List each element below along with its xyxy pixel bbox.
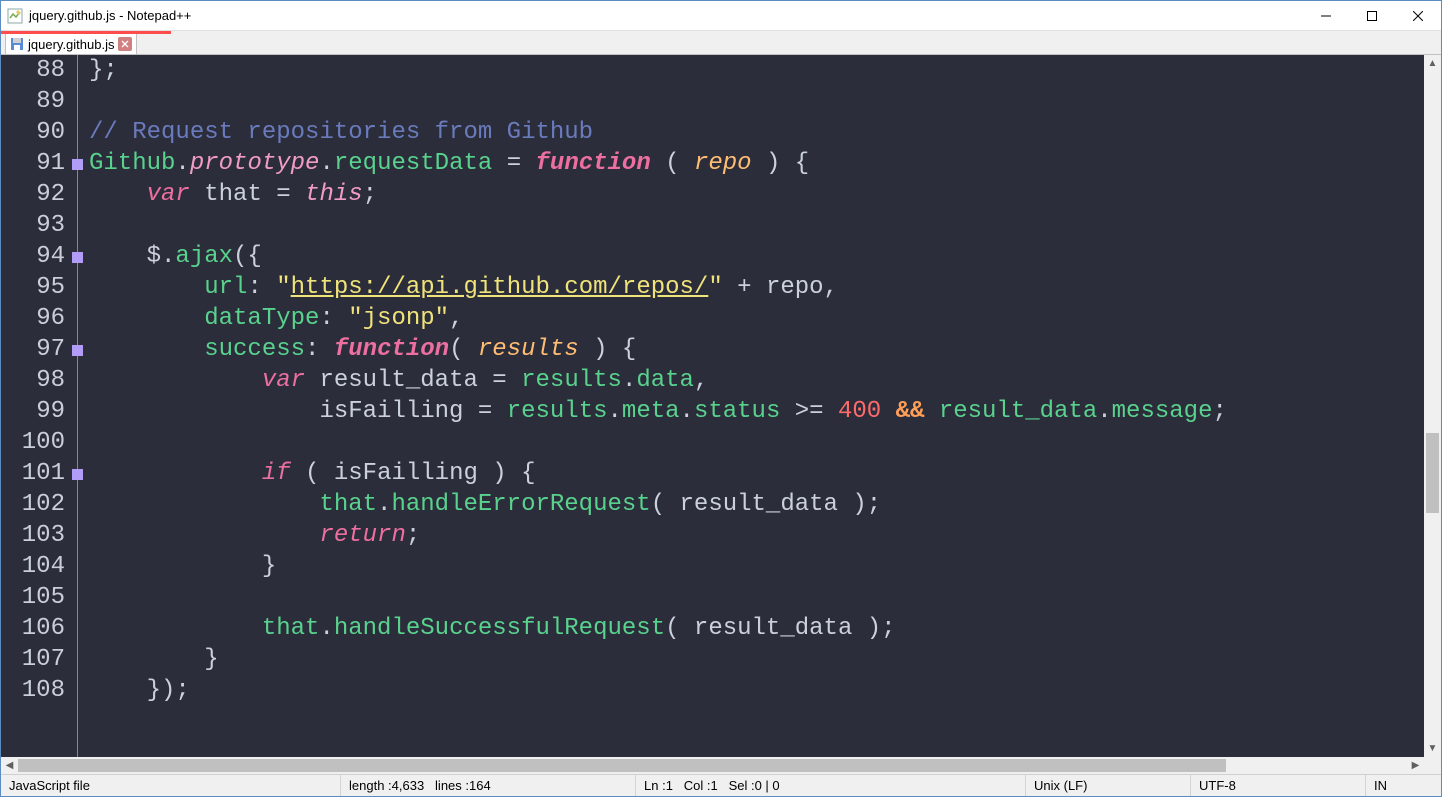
scroll-left-icon[interactable]: ◀ — [1, 757, 18, 774]
line-number-gutter: 88 89 90 91 92 93 94 95 96 97 98 99 100 … — [1, 55, 71, 757]
titlebar: jquery.github.js - Notepad++ — [1, 1, 1441, 31]
code-token: handleSuccessfulRequest — [334, 615, 665, 642]
code-token: 400 — [838, 398, 881, 425]
fold-marker[interactable] — [72, 345, 83, 356]
code-token: message — [1112, 398, 1213, 425]
fold-marker[interactable] — [72, 469, 83, 480]
code-keyword: function — [536, 150, 651, 177]
code-area[interactable]: }; // Request repositories from Github G… — [89, 55, 1424, 757]
code-keyword: var — [262, 367, 305, 394]
statusbar: JavaScript file length : 4,633 lines : 1… — [1, 774, 1441, 796]
scroll-thumb[interactable] — [18, 759, 1226, 772]
code-token: handleErrorRequest — [391, 491, 650, 518]
code-token: results — [478, 336, 579, 363]
code-token: repo — [766, 274, 824, 301]
code-token: meta — [622, 398, 680, 425]
code-url: https://api.github.com/repos/ — [291, 274, 709, 301]
code-token: repo — [694, 150, 752, 177]
fold-column[interactable] — [71, 55, 89, 757]
code-token: that — [262, 615, 320, 642]
code-token: " — [276, 274, 290, 301]
status-insert-mode: IN — [1366, 775, 1441, 796]
code-token: result_data — [319, 367, 477, 394]
status-encoding: UTF-8 — [1191, 775, 1366, 796]
code-token: result_data — [694, 615, 852, 642]
code-keyword: function — [334, 336, 449, 363]
close-button[interactable] — [1395, 1, 1441, 31]
code-token: result_data — [939, 398, 1097, 425]
code-comment: // Request repositories from Github — [89, 119, 593, 146]
code-token: that — [319, 491, 377, 518]
code-token: prototype — [190, 150, 320, 177]
code-token: url — [204, 274, 247, 301]
code-token: "jsonp" — [348, 305, 449, 332]
horizontal-scrollbar[interactable]: ◀ ▶ — [1, 757, 1441, 774]
code-token: " — [708, 274, 722, 301]
scroll-up-icon[interactable]: ▲ — [1424, 55, 1441, 72]
code-token: ajax — [175, 243, 233, 270]
code-keyword: return — [319, 522, 405, 549]
vertical-scrollbar[interactable]: ▲ ▼ — [1424, 55, 1441, 757]
status-length: length : 4,633 lines : 164 — [341, 775, 636, 796]
code-token: && — [896, 398, 925, 425]
code-token: results — [507, 398, 608, 425]
tab-file[interactable]: jquery.github.js — [5, 33, 137, 54]
window-title: jquery.github.js - Notepad++ — [29, 8, 191, 23]
code-token: this — [305, 181, 363, 208]
tabbar: jquery.github.js — [1, 31, 1441, 55]
fold-marker[interactable] — [72, 159, 83, 170]
code-token: }; — [89, 57, 118, 84]
disk-icon — [10, 37, 24, 51]
code-keyword: if — [262, 460, 291, 487]
code-keyword: var — [147, 181, 190, 208]
code-token: success — [204, 336, 305, 363]
tab-close-icon[interactable] — [118, 37, 132, 51]
maximize-button[interactable] — [1349, 1, 1395, 31]
code-token: that — [204, 181, 262, 208]
code-token: requestData — [334, 150, 492, 177]
scroll-corner — [1424, 757, 1441, 774]
code-token: $ — [147, 243, 161, 270]
minimize-button[interactable] — [1303, 1, 1349, 31]
status-filetype: JavaScript file — [1, 775, 341, 796]
status-eol: Unix (LF) — [1026, 775, 1191, 796]
scroll-thumb[interactable] — [1426, 433, 1439, 513]
code-token: results — [521, 367, 622, 394]
fold-marker[interactable] — [72, 252, 83, 263]
app-icon — [7, 8, 23, 24]
code-token: isFailling — [319, 398, 463, 425]
code-token: Github — [89, 150, 175, 177]
code-token: status — [694, 398, 780, 425]
tab-filename: jquery.github.js — [28, 37, 114, 52]
editor[interactable]: 88 89 90 91 92 93 94 95 96 97 98 99 100 … — [1, 55, 1441, 757]
code-token: data — [636, 367, 694, 394]
scroll-down-icon[interactable]: ▼ — [1424, 740, 1441, 757]
code-token: isFailling — [334, 460, 478, 487]
status-position: Ln : 1 Col : 1 Sel : 0 | 0 — [636, 775, 1026, 796]
code-token: result_data — [680, 491, 838, 518]
scroll-right-icon[interactable]: ▶ — [1407, 757, 1424, 774]
code-token: dataType — [204, 305, 319, 332]
